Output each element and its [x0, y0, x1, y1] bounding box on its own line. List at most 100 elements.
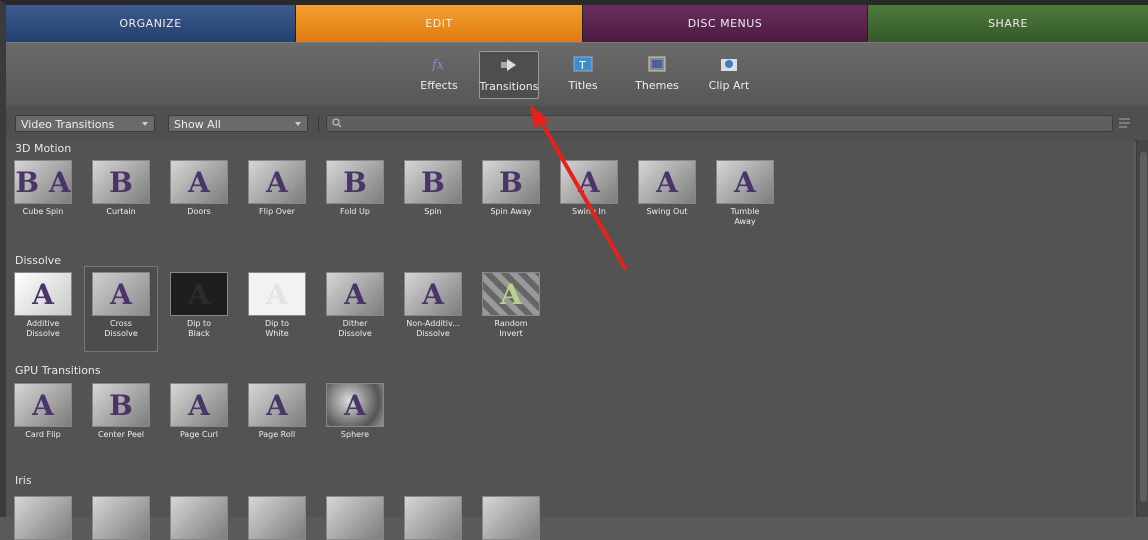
clip-art-icon — [719, 55, 739, 73]
transition-label: Card Flip — [25, 430, 61, 439]
transitions-icon — [499, 56, 519, 74]
section-title-3d-motion: 3D Motion — [15, 142, 72, 155]
show-dropdown[interactable]: Show All — [168, 115, 308, 132]
transition-label: Sphere — [340, 430, 370, 439]
transition-thumbnail: A — [716, 160, 774, 204]
transition-random-invert[interactable]: A Random Invert — [474, 272, 548, 339]
transition-dip-to-black[interactable]: A Dip to Black — [162, 272, 236, 339]
transitions-button[interactable]: Transitions — [479, 51, 539, 99]
vertical-scrollbar[interactable] — [1136, 140, 1148, 517]
transition-iris-6[interactable] — [396, 496, 470, 540]
transition-thumbnail: B — [482, 160, 540, 204]
transition-card-flip[interactable]: A Card Flip — [6, 383, 80, 440]
transition-thumbnail: A — [92, 272, 150, 316]
tab-organize[interactable]: ORGANIZE — [6, 5, 296, 42]
section-title-iris: Iris — [15, 474, 32, 487]
transition-thumbnail: A — [170, 160, 228, 204]
transition-label: Spin — [424, 207, 442, 216]
transition-thumbnail: A — [248, 272, 306, 316]
transition-iris-2[interactable] — [84, 496, 158, 540]
transition-label: Dither Dissolve — [338, 319, 372, 338]
transition-sphere[interactable]: A Sphere — [318, 383, 392, 440]
transition-label: Cross Dissolve — [104, 319, 138, 338]
transition-thumbnail: A — [482, 272, 540, 316]
search-input[interactable] — [326, 115, 1113, 132]
list-view-icon[interactable] — [1118, 117, 1132, 129]
transition-label: Swing Out — [646, 207, 688, 216]
transition-thumbnail: A — [638, 160, 696, 204]
svg-text:T: T — [578, 59, 586, 72]
transition-spin[interactable]: B Spin — [396, 160, 470, 217]
section-title-gpu: GPU Transitions — [15, 364, 101, 377]
effects-label: Effects — [420, 79, 458, 92]
titles-button[interactable]: T Titles — [554, 51, 612, 99]
transition-label: Curtain — [106, 207, 136, 216]
transition-thumbnail: A — [14, 272, 72, 316]
transition-label: Additive Dissolve — [26, 319, 60, 338]
transition-curtain[interactable]: B Curtain — [84, 160, 158, 217]
svg-text:fx: fx — [431, 58, 445, 73]
transition-thumbnail: A — [170, 272, 228, 316]
transition-thumbnail — [326, 496, 384, 540]
transition-non-additive-dissolve[interactable]: A Non-Additiv... Dissolve — [396, 272, 470, 339]
transition-iris-1[interactable] — [6, 496, 80, 540]
transition-thumbnail: B — [326, 160, 384, 204]
transition-iris-3[interactable] — [162, 496, 236, 540]
transition-label: Page Curl — [179, 430, 219, 439]
effects-icon: fx — [429, 55, 449, 73]
transition-fold-up[interactable]: B Fold Up — [318, 160, 392, 217]
effects-button[interactable]: fx Effects — [410, 51, 468, 99]
transition-page-curl[interactable]: A Page Curl — [162, 383, 236, 440]
transition-iris-4[interactable] — [240, 496, 314, 540]
transition-thumbnail — [248, 496, 306, 540]
transition-swing-in[interactable]: A Swing In — [552, 160, 626, 217]
transition-thumbnail: B — [92, 383, 150, 427]
clip-art-label: Clip Art — [708, 79, 750, 92]
transition-label: Random Invert — [494, 319, 528, 338]
transition-thumbnail: A — [248, 383, 306, 427]
transition-center-peel[interactable]: B Center Peel — [84, 383, 158, 440]
filter-bar: Video Transitions Show All — [6, 106, 1148, 141]
transition-thumbnail: A — [326, 272, 384, 316]
transition-tumble-away[interactable]: A Tumble Away — [708, 160, 782, 227]
transition-cube-spin[interactable]: B A Cube Spin — [6, 160, 80, 217]
transition-label: Tumble Away — [730, 207, 760, 226]
transitions-label: Transitions — [479, 80, 539, 93]
transition-thumbnail: B — [92, 160, 150, 204]
transition-swing-out[interactable]: A Swing Out — [630, 160, 704, 217]
transition-dip-to-white[interactable]: A Dip to White — [240, 272, 314, 339]
transition-thumbnail — [482, 496, 540, 540]
transition-spin-away[interactable]: B Spin Away — [474, 160, 548, 217]
transition-label: Flip Over — [259, 207, 295, 216]
themes-button[interactable]: Themes — [628, 51, 686, 99]
chevron-down-icon — [295, 122, 301, 126]
transition-label: Doors — [187, 207, 211, 216]
scrollbar-thumb[interactable] — [1140, 152, 1147, 502]
transition-thumbnail: A — [404, 272, 462, 316]
workspace-tabs: ORGANIZE EDIT DISC MENUS SHARE — [6, 5, 1148, 42]
transition-cross-dissolve[interactable]: A Cross Dissolve — [84, 266, 158, 352]
clip-art-button[interactable]: Clip Art — [700, 51, 758, 99]
transition-page-roll[interactable]: A Page Roll — [240, 383, 314, 440]
transition-thumbnail — [404, 496, 462, 540]
transition-dither-dissolve[interactable]: A Dither Dissolve — [318, 272, 392, 339]
tab-edit[interactable]: EDIT — [296, 5, 583, 42]
transitions-panel: 3D Motion B A Cube Spin B Curtain A Door… — [6, 140, 1134, 540]
transition-iris-5[interactable] — [318, 496, 392, 540]
category-dropdown[interactable]: Video Transitions — [15, 115, 155, 132]
transition-additive-dissolve[interactable]: A Additive Dissolve — [6, 272, 80, 339]
tab-disc-menus[interactable]: DISC MENUS — [583, 5, 868, 42]
transition-label: Dip to White — [264, 319, 290, 338]
transition-thumbnail — [170, 496, 228, 540]
transition-thumbnail: A — [14, 383, 72, 427]
titles-icon: T — [573, 55, 593, 73]
transition-doors[interactable]: A Doors — [162, 160, 236, 217]
tab-share[interactable]: SHARE — [868, 5, 1148, 42]
section-title-dissolve: Dissolve — [15, 254, 62, 267]
transition-thumbnail: B A — [14, 160, 72, 204]
search-icon — [332, 118, 342, 128]
transition-label: Page Roll — [258, 430, 296, 439]
transition-flip-over[interactable]: A Flip Over — [240, 160, 314, 217]
transition-iris-7[interactable] — [474, 496, 548, 540]
transition-thumbnail — [92, 496, 150, 540]
